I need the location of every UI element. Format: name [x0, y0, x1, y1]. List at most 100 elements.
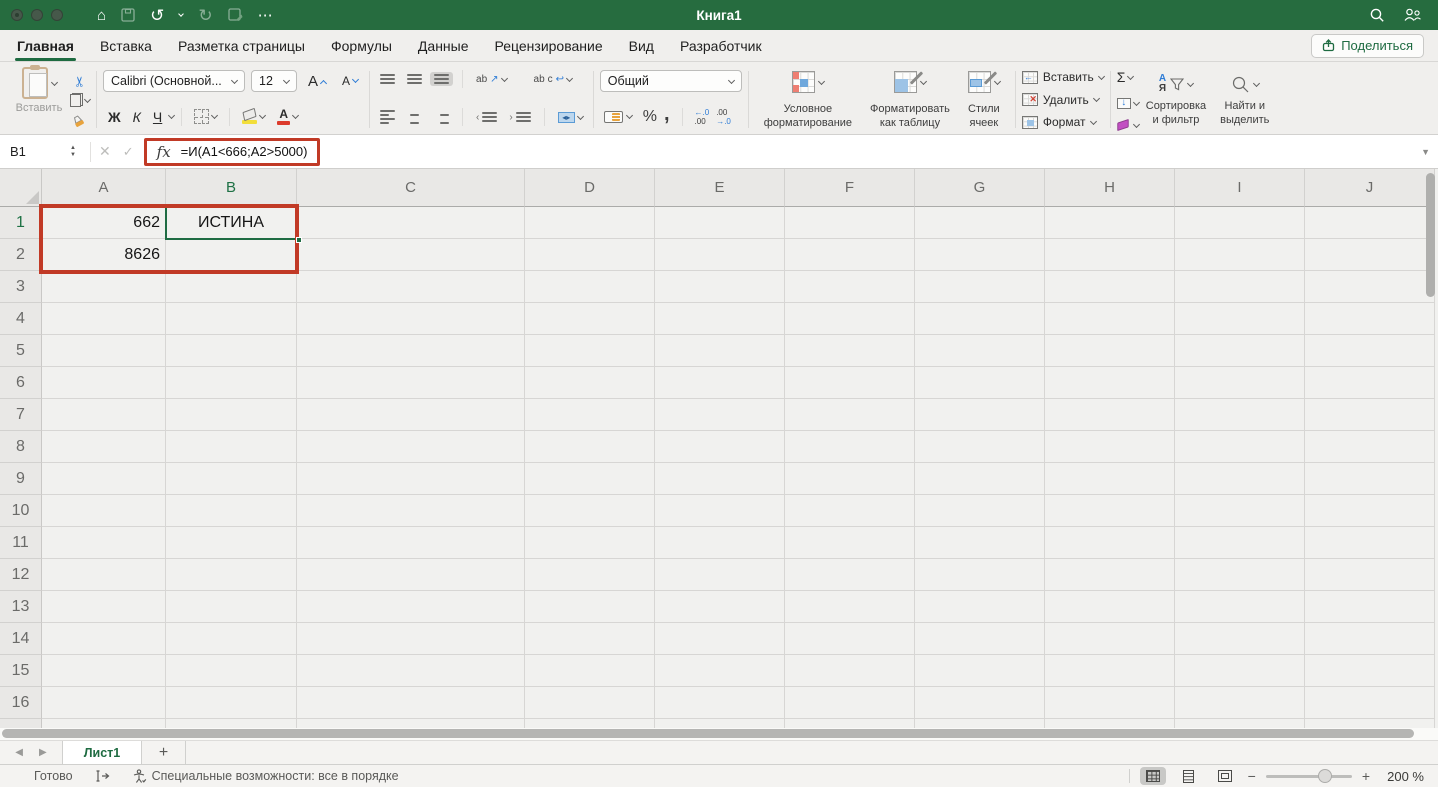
cell-G10[interactable]: [915, 495, 1045, 527]
cell-J13[interactable]: [1305, 591, 1435, 623]
find-select-button[interactable]: Найти ивыделить: [1213, 67, 1276, 132]
cell-C7[interactable]: [297, 399, 525, 431]
paste-dropdown-icon[interactable]: [50, 78, 57, 85]
cell-B1[interactable]: ИСТИНА: [166, 207, 297, 239]
cell-A13[interactable]: [42, 591, 166, 623]
horizontal-scrollbar[interactable]: [0, 728, 1438, 740]
cell-C5[interactable]: [297, 335, 525, 367]
fill-handle[interactable]: [296, 237, 302, 243]
cut-icon[interactable]: ✂: [72, 68, 89, 88]
autosum-button[interactable]: Σ: [1117, 69, 1139, 85]
cell-C15[interactable]: [297, 655, 525, 687]
cell-D4[interactable]: [525, 303, 655, 335]
cell-E2[interactable]: [655, 239, 785, 271]
cell-G12[interactable]: [915, 559, 1045, 591]
decrease-decimal-button[interactable]: .00→.0: [716, 108, 731, 126]
row-header-6[interactable]: 6: [0, 367, 42, 399]
cancel-entry-icon[interactable]: ✕: [99, 143, 111, 160]
insert-cells-button[interactable]: ← Вставить: [1022, 70, 1104, 84]
cell-F9[interactable]: [785, 463, 915, 495]
zoom-in-button[interactable]: +: [1362, 768, 1370, 784]
cell-H5[interactable]: [1045, 335, 1175, 367]
wrap-text-button[interactable]: abc↩: [530, 72, 577, 87]
row-header-1[interactable]: 1: [0, 207, 42, 239]
cell-F11[interactable]: [785, 527, 915, 559]
name-box[interactable]: B1: [0, 144, 64, 159]
cell-J11[interactable]: [1305, 527, 1435, 559]
tab-7[interactable]: Разработчик: [667, 30, 775, 61]
cell-D14[interactable]: [525, 623, 655, 655]
close-window-button[interactable]: [11, 9, 23, 21]
cell-A14[interactable]: [42, 623, 166, 655]
row-header-12[interactable]: 12: [0, 559, 42, 591]
cell-B13[interactable]: [166, 591, 297, 623]
cell-I2[interactable]: [1175, 239, 1305, 271]
paste-button[interactable]: Вставить: [8, 67, 70, 132]
cell-A16[interactable]: [42, 687, 166, 719]
row-header-9[interactable]: 9: [0, 463, 42, 495]
cell-B12[interactable]: [166, 559, 297, 591]
cell-H8[interactable]: [1045, 431, 1175, 463]
cell-I7[interactable]: [1175, 399, 1305, 431]
row-header-13[interactable]: 13: [0, 591, 42, 623]
cell-B14[interactable]: [166, 623, 297, 655]
cell-H11[interactable]: [1045, 527, 1175, 559]
cell-A12[interactable]: [42, 559, 166, 591]
cell-J15[interactable]: [1305, 655, 1435, 687]
cell-Cpartial[interactable]: [297, 719, 525, 728]
cell-E1[interactable]: [655, 207, 785, 239]
row-header-2[interactable]: 2: [0, 239, 42, 271]
zoom-out-button[interactable]: −: [1248, 768, 1256, 784]
number-format-select[interactable]: Общий: [600, 70, 742, 92]
comma-style-button[interactable]: ,: [664, 109, 670, 119]
bold-button[interactable]: Ж: [103, 108, 126, 126]
cell-D3[interactable]: [525, 271, 655, 303]
align-middle-button[interactable]: [403, 72, 426, 86]
macro-record-icon[interactable]: [95, 769, 110, 783]
cell-I10[interactable]: [1175, 495, 1305, 527]
row-header-16[interactable]: 16: [0, 687, 42, 719]
cell-F1[interactable]: [785, 207, 915, 239]
cell-E3[interactable]: [655, 271, 785, 303]
cell-H10[interactable]: [1045, 495, 1175, 527]
next-sheet-icon[interactable]: ▶: [39, 747, 47, 758]
cell-H1[interactable]: [1045, 207, 1175, 239]
align-right-button[interactable]: [430, 108, 453, 126]
select-all-corner[interactable]: [0, 169, 42, 207]
confirm-entry-icon[interactable]: ✓: [123, 144, 134, 160]
format-as-table-button[interactable]: Форматироватькак таблицу: [861, 71, 959, 132]
row-header-8[interactable]: 8: [0, 431, 42, 463]
name-box-stepper[interactable]: ▲▼: [64, 145, 82, 158]
cell-C4[interactable]: [297, 303, 525, 335]
cell-Bpartial[interactable]: [166, 719, 297, 728]
cell-D11[interactable]: [525, 527, 655, 559]
cell-Dpartial[interactable]: [525, 719, 655, 728]
cell-E14[interactable]: [655, 623, 785, 655]
cell-G6[interactable]: [915, 367, 1045, 399]
accounting-format-button[interactable]: [600, 109, 636, 125]
page-break-view-button[interactable]: [1212, 767, 1238, 785]
cell-C13[interactable]: [297, 591, 525, 623]
row-header-7[interactable]: 7: [0, 399, 42, 431]
row-header-14[interactable]: 14: [0, 623, 42, 655]
cell-D2[interactable]: [525, 239, 655, 271]
tab-4[interactable]: Данные: [405, 30, 482, 61]
cell-H15[interactable]: [1045, 655, 1175, 687]
cell-J4[interactable]: [1305, 303, 1435, 335]
align-center-button[interactable]: [403, 108, 426, 126]
cell-J16[interactable]: [1305, 687, 1435, 719]
conditional-formatting-button[interactable]: Условноеформатирование: [755, 71, 861, 132]
cell-C10[interactable]: [297, 495, 525, 527]
cell-J14[interactable]: [1305, 623, 1435, 655]
cell-I12[interactable]: [1175, 559, 1305, 591]
row-header-11[interactable]: 11: [0, 527, 42, 559]
clear-button[interactable]: [1117, 121, 1139, 129]
cell-H2[interactable]: [1045, 239, 1175, 271]
cell-D8[interactable]: [525, 431, 655, 463]
cell-Epartial[interactable]: [655, 719, 785, 728]
cell-J12[interactable]: [1305, 559, 1435, 591]
cell-E9[interactable]: [655, 463, 785, 495]
cell-H6[interactable]: [1045, 367, 1175, 399]
cell-A2[interactable]: 8626: [42, 239, 166, 271]
cell-B3[interactable]: [166, 271, 297, 303]
